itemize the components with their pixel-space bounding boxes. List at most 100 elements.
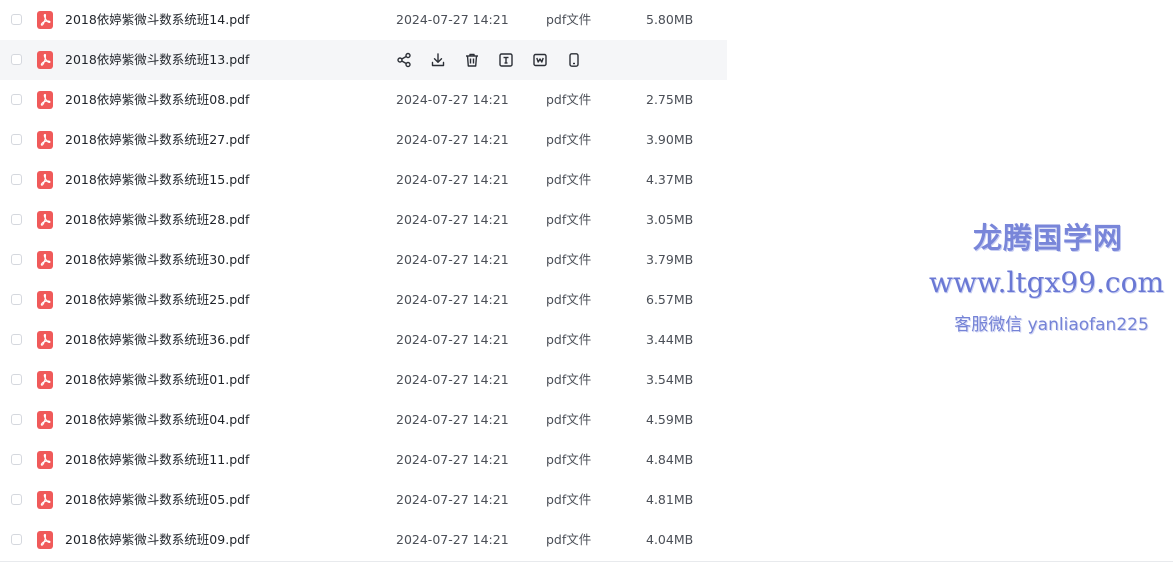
file-date: 2024-07-27 14:21: [396, 252, 509, 267]
pdf-file-icon: [37, 491, 53, 509]
file-row[interactable]: 2018依婷紫微斗数系统班11.pdf 2024-07-27 14:21 pdf文件…: [0, 440, 727, 480]
file-type: pdf文件: [546, 212, 592, 227]
share-icon[interactable]: [396, 52, 412, 68]
file-size: 4.81MB: [646, 492, 694, 507]
pdf-file-icon: [37, 451, 53, 469]
file-name[interactable]: 2018依婷紫微斗数系统班01.pdf: [65, 372, 249, 388]
file-type: pdf文件: [546, 292, 592, 307]
file-name[interactable]: 2018依婷紫微斗数系统班27.pdf: [65, 132, 249, 148]
file-name[interactable]: 2018依婷紫微斗数系统班30.pdf: [65, 252, 249, 268]
row-checkbox[interactable]: [11, 94, 22, 105]
file-date: 2024-07-27 14:21: [396, 452, 509, 467]
file-date: 2024-07-27 14:21: [396, 12, 509, 27]
file-row[interactable]: 2018依婷紫微斗数系统班28.pdf 2024-07-27 14:21 pdf文件…: [0, 200, 727, 240]
file-date: 2024-07-27 14:21: [396, 92, 509, 107]
row-checkbox[interactable]: [11, 174, 22, 185]
file-name[interactable]: 2018依婷紫微斗数系统班13.pdf: [65, 52, 249, 68]
pdf-file-icon: [37, 291, 53, 309]
file-type: pdf文件: [546, 132, 592, 147]
row-checkbox[interactable]: [11, 494, 22, 505]
file-size: 3.44MB: [646, 332, 694, 347]
file-name[interactable]: 2018依婷紫微斗数系统班25.pdf: [65, 292, 249, 308]
file-row[interactable]: 2018依婷紫微斗数系统班04.pdf 2024-07-27 14:21 pdf文件…: [0, 400, 727, 440]
file-name[interactable]: 2018依婷紫微斗数系统班05.pdf: [65, 492, 249, 508]
file-row[interactable]: 2018依婷紫微斗数系统班15.pdf 2024-07-27 14:21 pdf文件…: [0, 160, 727, 200]
send-to-phone-icon[interactable]: [566, 52, 582, 68]
file-type: pdf文件: [546, 332, 592, 347]
row-checkbox[interactable]: [11, 214, 22, 225]
file-row[interactable]: 2018依婷紫微斗数系统班01.pdf 2024-07-27 14:21 pdf文件…: [0, 360, 727, 400]
row-checkbox[interactable]: [11, 14, 22, 25]
file-size: 6.57MB: [646, 292, 694, 307]
file-list: 2018依婷紫微斗数系统班14.pdf 2024-07-27 14:21 pdf文件…: [0, 0, 727, 560]
file-size: 3.54MB: [646, 372, 694, 387]
file-row[interactable]: 2018依婷紫微斗数系统班09.pdf 2024-07-27 14:21 pdf文件…: [0, 520, 727, 560]
row-checkbox[interactable]: [11, 254, 22, 265]
file-row[interactable]: 2018依婷紫微斗数系统班05.pdf 2024-07-27 14:21 pdf文件…: [0, 480, 727, 520]
file-date: 2024-07-27 14:21: [396, 372, 509, 387]
watermark-wechat: 客服微信 yanliaofan225: [954, 315, 1149, 335]
file-size: 4.37MB: [646, 172, 694, 187]
row-checkbox[interactable]: [11, 334, 22, 345]
pdf-file-icon: [37, 331, 53, 349]
file-size: 3.79MB: [646, 252, 694, 267]
file-type: pdf文件: [546, 372, 592, 387]
file-name[interactable]: 2018依婷紫微斗数系统班28.pdf: [65, 212, 249, 228]
file-size: 5.80MB: [646, 12, 694, 27]
row-checkbox[interactable]: [11, 374, 22, 385]
file-size: 3.90MB: [646, 132, 694, 147]
pdf-file-icon: [37, 171, 53, 189]
file-row[interactable]: 2018依婷紫微斗数系统班27.pdf 2024-07-27 14:21 pdf文件…: [0, 120, 727, 160]
pdf-file-icon: [37, 131, 53, 149]
pdf-file-icon: [37, 531, 53, 549]
pdf-file-icon: [37, 411, 53, 429]
file-name[interactable]: 2018依婷紫微斗数系统班36.pdf: [65, 332, 249, 348]
pdf-file-icon: [37, 51, 53, 69]
row-checkbox[interactable]: [11, 134, 22, 145]
file-type: pdf文件: [546, 412, 592, 427]
trash-icon[interactable]: [464, 52, 480, 68]
file-size: 3.05MB: [646, 212, 694, 227]
watermark-title: 龙腾国学网: [972, 221, 1123, 255]
file-row[interactable]: 2018依婷紫微斗数系统班08.pdf 2024-07-27 14:21 pdf文件…: [0, 80, 727, 120]
row-checkbox[interactable]: [11, 534, 22, 545]
file-date: 2024-07-27 14:21: [396, 132, 509, 147]
file-type: pdf文件: [546, 172, 592, 187]
file-size: 4.59MB: [646, 412, 694, 427]
pdf-file-icon: [37, 251, 53, 269]
file-name[interactable]: 2018依婷紫微斗数系统班08.pdf: [65, 92, 249, 108]
pdf-file-icon: [37, 11, 53, 29]
file-row[interactable]: 2018依婷紫微斗数系统班36.pdf 2024-07-27 14:21 pdf文件…: [0, 320, 727, 360]
file-type: pdf文件: [546, 452, 592, 467]
row-checkbox[interactable]: [11, 454, 22, 465]
file-size: 4.04MB: [646, 532, 694, 547]
row-checkbox[interactable]: [11, 414, 22, 425]
file-type: pdf文件: [546, 12, 592, 27]
file-name[interactable]: 2018依婷紫微斗数系统班09.pdf: [65, 532, 249, 548]
file-row[interactable]: 2018依婷紫微斗数系统班25.pdf 2024-07-27 14:21 pdf文件…: [0, 280, 727, 320]
file-type: pdf文件: [546, 492, 592, 507]
divider: [0, 561, 1173, 562]
file-name[interactable]: 2018依婷紫微斗数系统班11.pdf: [65, 452, 249, 468]
file-type: pdf文件: [546, 532, 592, 547]
row-checkbox[interactable]: [11, 294, 22, 305]
file-date: 2024-07-27 14:21: [396, 332, 509, 347]
file-row[interactable]: 2018依婷紫微斗数系统班13.pdf: [0, 40, 727, 80]
file-name[interactable]: 2018依婷紫微斗数系统班14.pdf: [65, 12, 249, 28]
file-date: 2024-07-27 14:21: [396, 292, 509, 307]
file-date: 2024-07-27 14:21: [396, 532, 509, 547]
save-to-cloud-icon[interactable]: [532, 52, 548, 68]
file-row[interactable]: 2018依婷紫微斗数系统班14.pdf 2024-07-27 14:21 pdf文件…: [0, 0, 727, 40]
file-name[interactable]: 2018依婷紫微斗数系统班04.pdf: [65, 412, 249, 428]
pdf-file-icon: [37, 371, 53, 389]
row-checkbox[interactable]: [11, 54, 22, 65]
file-row[interactable]: 2018依婷紫微斗数系统班30.pdf 2024-07-27 14:21 pdf文件…: [0, 240, 727, 280]
download-icon[interactable]: [430, 52, 446, 68]
rename-icon[interactable]: [498, 52, 514, 68]
file-name[interactable]: 2018依婷紫微斗数系统班15.pdf: [65, 172, 249, 188]
file-size: 2.75MB: [646, 92, 694, 107]
file-type: pdf文件: [546, 252, 592, 267]
pdf-file-icon: [37, 211, 53, 229]
file-type: pdf文件: [546, 92, 592, 107]
file-date: 2024-07-27 14:21: [396, 492, 509, 507]
